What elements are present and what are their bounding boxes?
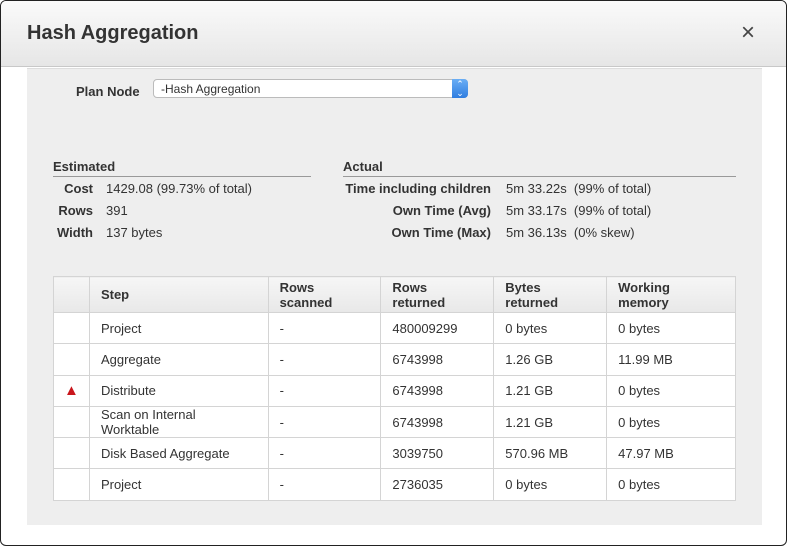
rows-label: Rows xyxy=(58,203,93,218)
working-memory-cell: 0 bytes xyxy=(606,374,736,407)
dialog-title: Hash Aggregation xyxy=(27,22,199,44)
col-header-bytes-returned: Bytes returned xyxy=(493,276,608,313)
rows-scanned-cell: - xyxy=(267,374,382,407)
rows-scanned-cell: - xyxy=(267,437,382,470)
table-row: Aggregate -6743998 1.26 GB 11.99 MB xyxy=(53,343,736,376)
own-max-label: Own Time (Max) xyxy=(391,225,491,240)
step-cell: Scan on Internal Worktable xyxy=(88,405,269,439)
rows-returned-cell: 2736035 xyxy=(380,468,495,501)
step-cell: Distribute xyxy=(88,374,269,407)
steps-table: Step Rows scanned Rows returned Bytes re… xyxy=(53,276,736,501)
rows-returned-cell: 6743998 xyxy=(380,374,495,407)
plan-node-value: -Hash Aggregation xyxy=(161,82,261,96)
width-label: Width xyxy=(57,225,93,240)
step-cell: Project xyxy=(88,311,269,345)
col-header-rows-scanned: Rows scanned xyxy=(267,276,382,313)
rows-scanned-cell: - xyxy=(267,468,382,501)
table-row: Project -2736035 0 bytes 0 bytes xyxy=(53,468,736,501)
warning-icon: ▲ xyxy=(53,374,90,407)
bytes-returned-cell: 0 bytes xyxy=(493,468,608,501)
bytes-returned-cell: 1.21 GB xyxy=(493,405,608,439)
cost-label: Cost xyxy=(64,181,93,196)
rows-scanned-cell: - xyxy=(267,405,382,439)
warning-icon xyxy=(53,437,90,470)
rows-scanned-cell: - xyxy=(267,343,382,376)
rows-returned-cell: 480009299 xyxy=(380,311,495,345)
bytes-returned-cell: 570.96 MB xyxy=(493,437,608,470)
table-row: Scan on Internal Worktable -6743998 1.21 G… xyxy=(53,405,736,439)
step-cell: Project xyxy=(88,468,269,501)
warning-icon xyxy=(53,468,90,501)
dialog: Hash Aggregation × Plan Node -Hash Aggre… xyxy=(0,0,787,546)
cost-value: 1429.08 (99.73% of total) xyxy=(106,181,252,196)
table-row: Project -480009299 0 bytes 0 bytes xyxy=(53,311,736,345)
bytes-returned-cell: 0 bytes xyxy=(493,311,608,345)
own-avg-value: 5m 33.17s (99% of total) xyxy=(506,203,652,218)
actual-heading: Actual xyxy=(343,159,736,177)
col-header-step: Step xyxy=(88,276,269,313)
own-avg-label: Own Time (Avg) xyxy=(392,203,491,218)
estimated-heading: Estimated xyxy=(53,159,311,177)
working-memory-cell: 47.97 MB xyxy=(606,437,736,470)
close-icon[interactable]: × xyxy=(741,21,755,45)
working-memory-cell: 0 bytes xyxy=(606,311,736,345)
table-row: Disk Based Aggregate -3039750 570.96 MB 47.… xyxy=(53,437,736,470)
rows-scanned-cell: - xyxy=(267,311,382,345)
plan-node-label: Plan Node xyxy=(76,84,140,99)
time-children-label: Time including children xyxy=(345,181,491,196)
table-header-row: Step Rows scanned Rows returned Bytes re… xyxy=(53,276,736,313)
dialog-header: Hash Aggregation × xyxy=(1,1,786,67)
step-cell: Aggregate xyxy=(88,343,269,376)
plan-node-select[interactable]: -Hash Aggregation ⌃ ⌄ xyxy=(153,79,468,98)
time-children-value: 5m 33.22s (99% of total) xyxy=(506,181,652,196)
col-header-rows-returned: Rows returned xyxy=(380,276,495,313)
rows-returned-cell: 3039750 xyxy=(380,437,495,470)
bytes-returned-cell: 1.21 GB xyxy=(493,374,608,407)
warning-icon xyxy=(53,405,90,439)
warning-icon xyxy=(53,343,90,376)
rows-returned-cell: 6743998 xyxy=(380,405,495,439)
working-memory-cell: 11.99 MB xyxy=(606,343,736,376)
rows-value: 391 xyxy=(106,203,128,218)
warning-icon xyxy=(53,311,90,345)
width-value: 137 bytes xyxy=(106,225,163,240)
working-memory-cell: 0 bytes xyxy=(606,405,736,439)
bytes-returned-cell: 1.26 GB xyxy=(493,343,608,376)
working-memory-cell: 0 bytes xyxy=(606,468,736,501)
rows-returned-cell: 6743998 xyxy=(380,343,495,376)
step-cell: Disk Based Aggregate xyxy=(88,437,269,470)
table-row: ▲ Distribute -6743998 1.21 GB 0 bytes xyxy=(53,374,736,407)
chevron-updown-icon: ⌃ ⌄ xyxy=(452,79,468,98)
own-max-value: 5m 36.13s (0% skew) xyxy=(506,225,635,240)
col-header-warning xyxy=(53,276,90,313)
col-header-working-memory: Working memory xyxy=(606,276,736,313)
